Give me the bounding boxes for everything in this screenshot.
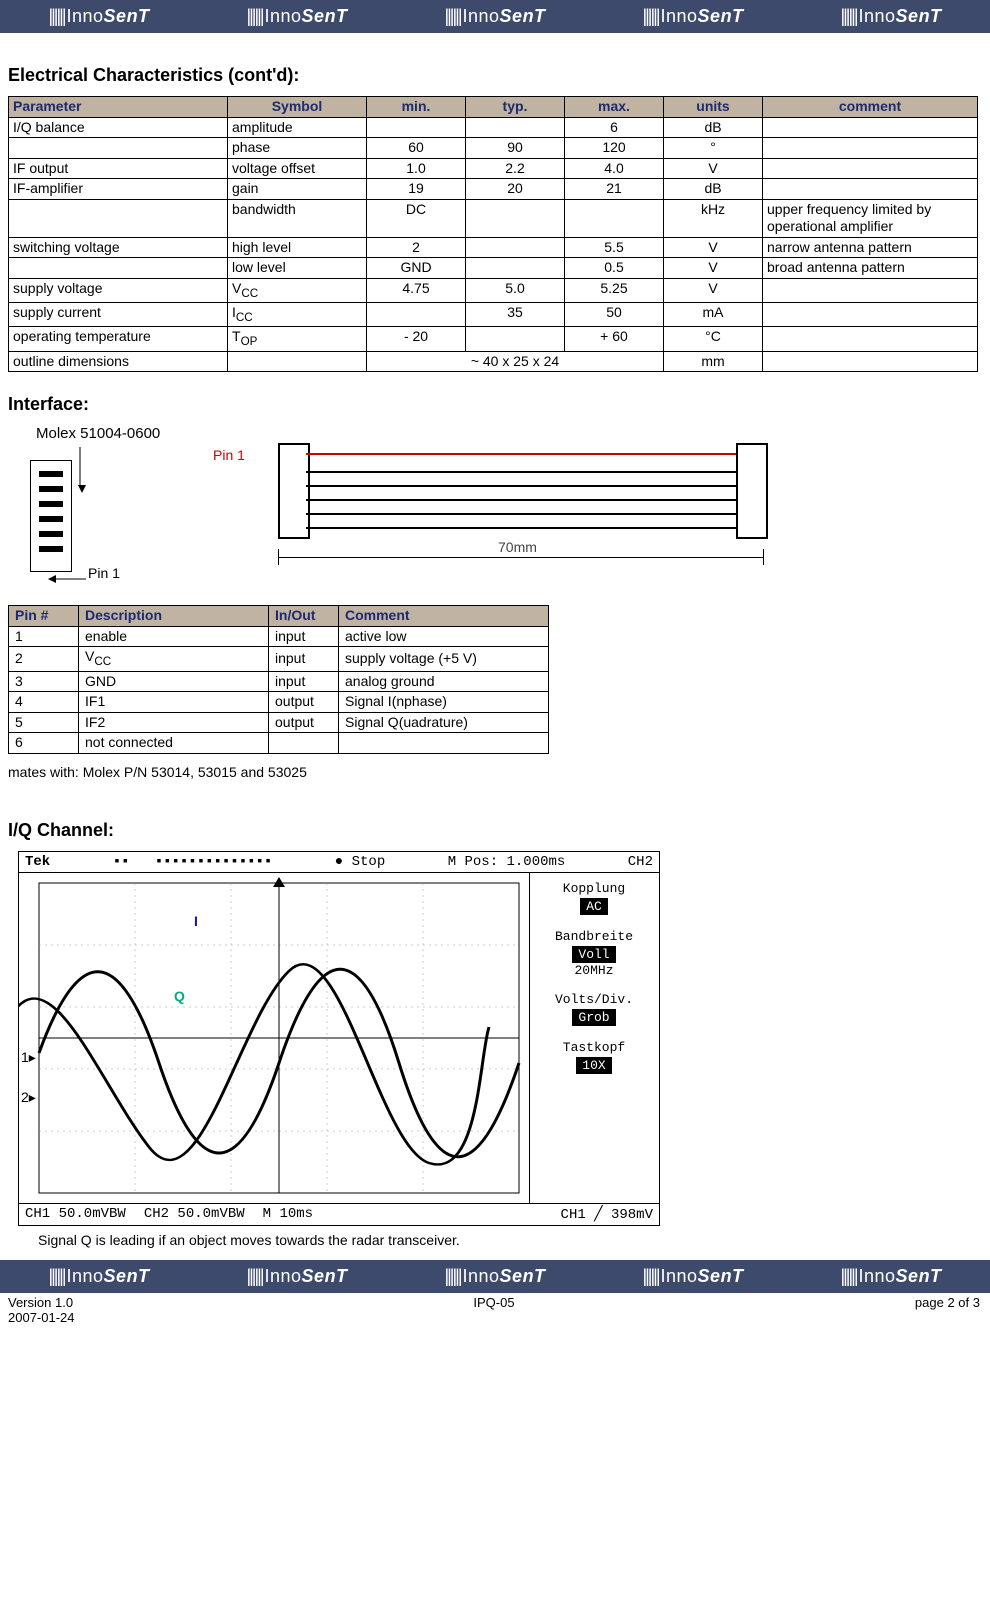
- spec-header: Symbol: [228, 97, 367, 118]
- footer-product: IPQ-05: [473, 1295, 514, 1310]
- side-bandbreite-val: Voll: [572, 946, 615, 963]
- table-row: 3GNDinputanalog ground: [9, 671, 549, 692]
- footer-banner: ||||||InnoSenT ||||||InnoSenT ||||||Inno…: [0, 1260, 990, 1293]
- header-banner: ||||||InnoSenT ||||||InnoSenT ||||||Inno…: [0, 0, 990, 33]
- scope-bot-m: M 10ms: [263, 1206, 313, 1223]
- logo: ||||||InnoSenT: [840, 6, 941, 27]
- side-kopplung: Kopplung: [530, 881, 658, 896]
- pin-table: Pin #DescriptionIn/OutComment 1enableinp…: [8, 605, 549, 753]
- table-row: bandwidthDCkHzupper frequency limited by…: [9, 199, 978, 237]
- molex-connector: [30, 460, 72, 572]
- table-row: I/Q balanceamplitude6dB: [9, 117, 978, 138]
- spec-header: min.: [367, 97, 466, 118]
- pin-header: Description: [79, 606, 269, 627]
- side-kopplung-val: AC: [580, 898, 608, 915]
- cable-length: 70mm: [498, 539, 537, 555]
- table-row: 5IF2outputSignal Q(uadrature): [9, 712, 549, 733]
- logo: ||||||InnoSenT: [444, 1266, 545, 1287]
- side-voltsdiv: Volts/Div.: [530, 992, 658, 1007]
- side-bandbreite: Bandbreite: [530, 929, 658, 944]
- table-row: operating temperatureTOP- 20+ 60°C: [9, 327, 978, 351]
- arrow-icon: [78, 445, 98, 495]
- scope-brand: Tek: [25, 854, 50, 870]
- logo: ||||||InnoSenT: [246, 1266, 347, 1287]
- footer-page: page 2 of 3: [915, 1295, 980, 1310]
- spec-header: typ.: [466, 97, 565, 118]
- pin1-top-label: Pin 1: [213, 447, 245, 463]
- cable-end-right: [736, 443, 768, 539]
- side-tastkopf-val: 10X: [576, 1057, 611, 1074]
- table-row: phase6090120°: [9, 138, 978, 159]
- scope-bot-ch2: CH2 50.0mVBW: [144, 1206, 245, 1223]
- scope-caption: Signal Q is leading if an object moves t…: [38, 1232, 980, 1248]
- logo: ||||||InnoSenT: [642, 6, 743, 27]
- side-voltsdiv-val: Grob: [572, 1009, 615, 1026]
- logo: ||||||InnoSenT: [840, 1266, 941, 1287]
- scope-stop: Stop: [352, 854, 386, 870]
- table-row: switching voltagehigh level25.5Vnarrow a…: [9, 237, 978, 258]
- table-row: supply currentICC3550mA: [9, 302, 978, 326]
- interface-diagram: Molex 51004-0600 Pin 1 Pin 1 70mm: [18, 425, 778, 595]
- section-iq: I/Q Channel:: [8, 820, 980, 841]
- logo: ||||||InnoSenT: [48, 1266, 149, 1287]
- spec-header: Parameter: [9, 97, 228, 118]
- footer-version: Version 1.0: [8, 1295, 73, 1310]
- scope-run-bar: ▪▪ ▪▪▪▪▪▪▪▪▪▪▪▪▪▪: [113, 854, 273, 870]
- table-row: supply voltageVCC4.755.05.25V: [9, 278, 978, 302]
- pin-header: Comment: [339, 606, 549, 627]
- footer-date: 2007-01-24: [8, 1310, 980, 1325]
- trace-label-q: Q: [174, 988, 185, 1004]
- scope-ch: CH2: [628, 854, 653, 870]
- spec-header: comment: [763, 97, 978, 118]
- table-row: low levelGND0.5Vbroad antenna pattern: [9, 258, 978, 279]
- spec-header: units: [664, 97, 763, 118]
- scope-grid: [19, 873, 529, 1203]
- oscilloscope-screenshot: Tek ▪▪ ▪▪▪▪▪▪▪▪▪▪▪▪▪▪ ● Stop M Pos: 1.00…: [18, 851, 660, 1226]
- mates-note: mates with: Molex P/N 53014, 53015 and 5…: [8, 764, 980, 780]
- table-row: 1enableinputactive low: [9, 626, 549, 647]
- ch1-marker: 1▸: [21, 1049, 36, 1066]
- cable-end-left: [278, 443, 310, 539]
- section-interface: Interface:: [8, 394, 980, 415]
- ch2-marker: 2▸: [21, 1089, 36, 1106]
- trace-label-i: I: [194, 913, 198, 929]
- section-electrical: Electrical Characteristics (cont'd):: [8, 65, 980, 86]
- connector-label: Molex 51004-0600: [36, 425, 160, 442]
- side-tastkopf: Tastkopf: [530, 1040, 658, 1055]
- logo: ||||||InnoSenT: [444, 6, 545, 27]
- logo: ||||||InnoSenT: [246, 6, 347, 27]
- logo: ||||||InnoSenT: [642, 1266, 743, 1287]
- table-row: 2VCCinputsupply voltage (+5 V): [9, 647, 549, 671]
- electrical-characteristics-table: ParameterSymbolmin.typ.max.unitscomment …: [8, 96, 978, 372]
- spec-header: max.: [565, 97, 664, 118]
- pin-header: In/Out: [269, 606, 339, 627]
- scope-side-panel: Kopplung AC Bandbreite Voll 20MHz Volts/…: [529, 873, 658, 1203]
- scope-bot-trig: CH1 ╱ 398mV: [561, 1206, 653, 1223]
- arrow-icon: [48, 573, 88, 585]
- logo: ||||||InnoSenT: [48, 6, 149, 27]
- table-row: 4IF1outputSignal I(nphase): [9, 692, 549, 713]
- side-bandbreite-sub: 20MHz: [530, 963, 658, 978]
- table-row: IF-amplifiergain192021dB: [9, 179, 978, 200]
- table-row: 6not connected: [9, 733, 549, 754]
- scope-mpos: M Pos: 1.000ms: [448, 854, 566, 870]
- table-row: outline dimensions~ 40 x 25 x 24mm: [9, 351, 978, 372]
- page-footer: Version 1.0 IPQ-05 page 2 of 3 2007-01-2…: [0, 1293, 990, 1335]
- scope-bot-ch1: CH1 50.0mVBW: [25, 1206, 126, 1223]
- pin1-bottom-label: Pin 1: [88, 565, 120, 581]
- table-row: IF outputvoltage offset1.02.24.0V: [9, 158, 978, 179]
- pin-header: Pin #: [9, 606, 79, 627]
